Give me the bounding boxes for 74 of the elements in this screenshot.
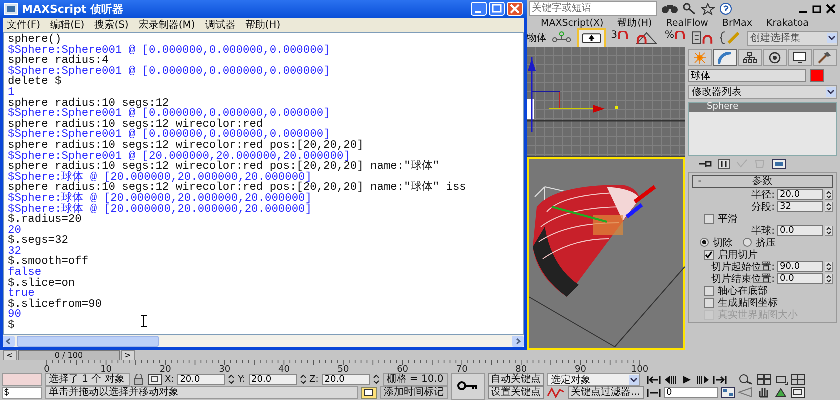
key-target-dropdown[interactable]: 选定对象 xyxy=(547,373,640,386)
menu-item[interactable]: MAXScript(X) xyxy=(541,18,604,28)
menu-item[interactable]: 帮助(H) xyxy=(618,16,652,30)
code-line: $.slice=on xyxy=(8,278,76,290)
stack-item[interactable]: Sphere xyxy=(689,103,836,112)
previous-frame-button[interactable]: < xyxy=(3,350,17,360)
modifier-list-dropdown[interactable]: 修改器列表 xyxy=(688,85,837,99)
time-slider-thumb[interactable]: 0 / 100 xyxy=(18,350,120,360)
code-line: delete $ xyxy=(8,77,62,88)
code-line: sphere radius:10 segs:12 wirecolor:red pos:[20,20,20] xyxy=(8,140,364,152)
grid-size-field: 栅格 = 10.0 xyxy=(382,373,448,386)
code-line: false xyxy=(8,268,42,279)
menu-item[interactable]: 宏录制器(M) xyxy=(138,18,196,32)
object-name-field[interactable]: 球体 xyxy=(688,69,806,82)
spinner-field[interactable]: 20.0 xyxy=(777,189,823,200)
selection-info: 选择了 1 个 对象 xyxy=(45,373,130,386)
code-line: true xyxy=(8,289,35,300)
spinner-field[interactable]: 90.0 xyxy=(777,261,823,272)
selection-set-dropdown[interactable]: 创建选择集 xyxy=(746,30,838,46)
coordinate-field[interactable]: 20.0 xyxy=(248,374,297,385)
coordinate-field[interactable]: 20.0 xyxy=(177,374,226,385)
parameter-label: 切片结束位置: xyxy=(712,272,775,286)
code-line: $Sphere:Sphere001 @ [0.000000,0.000000,0.000000] xyxy=(8,46,330,56)
axis-label: Y: xyxy=(238,374,246,384)
search-field[interactable]: 关键字或短语 xyxy=(529,1,657,16)
spinner-field[interactable]: 0.0 xyxy=(777,273,823,284)
code-line: $.slicefrom=90 xyxy=(8,300,102,310)
auto-key-button[interactable]: 自动关键点 xyxy=(488,373,544,386)
code-line: $Sphere:Sphere001 @ [0.000000,0.000000,0.000000] xyxy=(8,109,330,120)
snap-toggle[interactable]: % xyxy=(663,29,687,47)
checkbox-label: 启用切片 xyxy=(718,248,758,262)
radio-label: 挤压 xyxy=(756,236,776,250)
toolbar-label: 物体 xyxy=(527,32,547,45)
parameter-label: 分段: xyxy=(752,200,775,214)
radio-label: 切除 xyxy=(713,236,733,250)
menu-item[interactable]: Krakatoa xyxy=(766,18,809,28)
time-tag-field[interactable]: 添加时间标记 xyxy=(380,386,448,399)
spinner-field[interactable]: 32 xyxy=(777,201,823,212)
code-line: 1 xyxy=(8,88,15,99)
next-frame-button[interactable]: > xyxy=(121,350,135,360)
menu-item[interactable]: 帮助(H) xyxy=(245,18,281,32)
spinner-field[interactable]: 0.0 xyxy=(777,225,823,236)
key-filters-button[interactable]: 关键点过滤器... xyxy=(568,386,644,399)
menu-item[interactable]: 编辑(E) xyxy=(50,18,85,32)
menu-item[interactable]: RealFlow xyxy=(666,18,708,28)
parameter-label: 切片起始位置: xyxy=(712,260,775,274)
checkbox-label: 平滑 xyxy=(718,212,738,226)
checkbox-label: 生成贴图坐标 xyxy=(718,296,778,310)
parameter-label: 半径: xyxy=(752,188,775,202)
axis-label: X: xyxy=(165,374,174,384)
code-line: $ xyxy=(8,321,15,332)
code-line: $.radius=20 xyxy=(8,215,82,226)
parameter-label: 半球: xyxy=(752,224,775,238)
menu-item[interactable]: 搜索(S) xyxy=(94,18,129,32)
menu-item[interactable]: 文件(F) xyxy=(7,18,41,32)
axis-label: Z: xyxy=(310,374,319,384)
window-title: MAXScript 侦听器 xyxy=(22,2,124,16)
code-line: $Sphere:Sphere001 @ [20.000000,20.000000,20.000000] xyxy=(8,152,350,162)
rollout-header[interactable]: - 参数 xyxy=(692,175,833,188)
checkbox-label: 轴心在底部 xyxy=(718,284,768,298)
menu-item[interactable]: 调试器 xyxy=(205,18,236,32)
code-line: sphere radius:4 xyxy=(8,56,109,67)
code-line: $Sphere:Sphere001 @ [0.000000,0.000000,0.000000] xyxy=(8,66,330,78)
code-line: sphere() xyxy=(8,35,62,46)
set-key-button[interactable]: 设置关键点 xyxy=(488,386,544,399)
code-line: $Sphere:Sphere001 @ [0.000000,0.000000,0.000000] xyxy=(8,130,330,141)
code-line: $.segs=32 xyxy=(8,236,68,247)
mini-listener-field[interactable]: $ xyxy=(2,386,42,398)
menu-item[interactable]: BrMax xyxy=(722,18,752,28)
current-frame-field[interactable]: 0 xyxy=(664,387,718,398)
snap-toggle[interactable]: 3 xyxy=(609,29,630,47)
coordinate-field[interactable]: 20.0 xyxy=(322,374,370,385)
code-line: $Sphere:球体 @ [20.000000,20.000000,20.000000] xyxy=(8,194,312,204)
code-line: $Sphere:球体 @ [20.000000,20.000000,20.000000] xyxy=(8,204,312,216)
